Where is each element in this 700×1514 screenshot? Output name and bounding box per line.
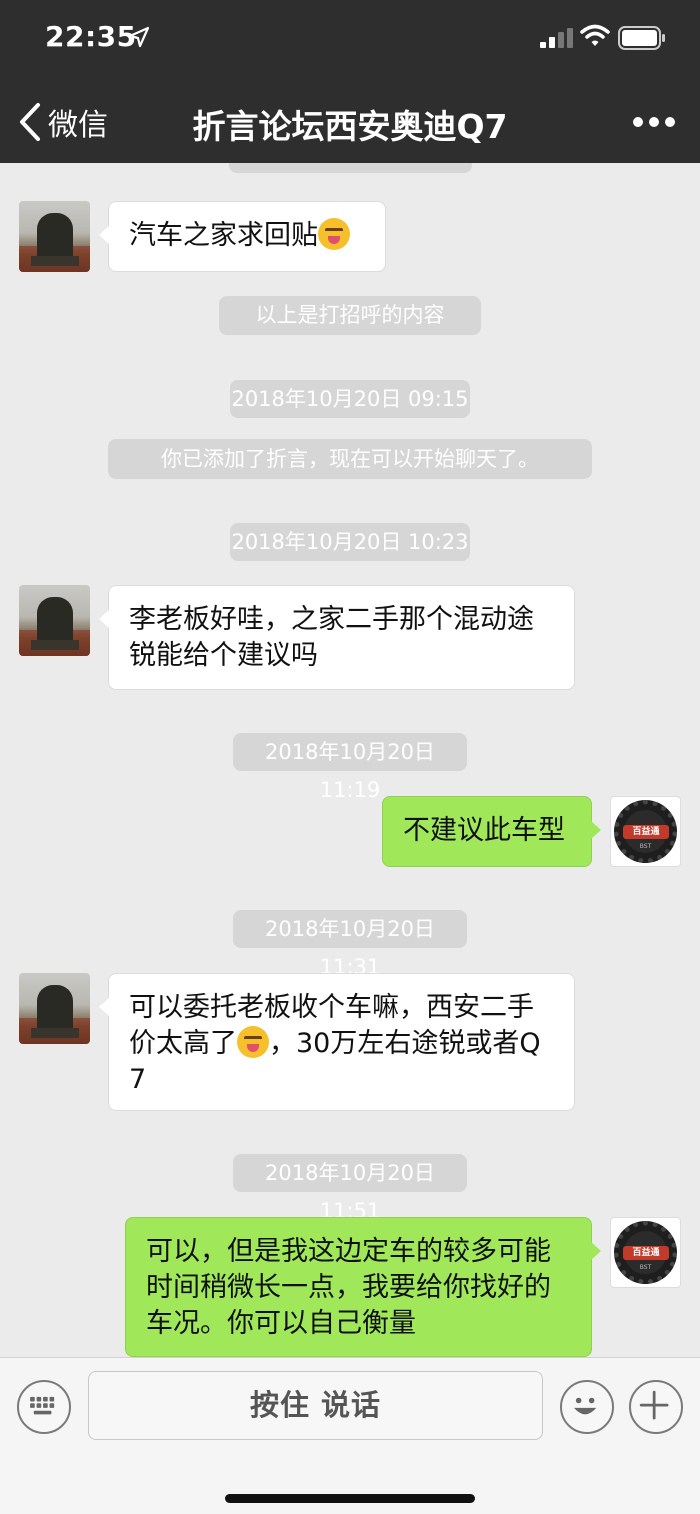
message-text: 汽车之家求回贴 [129,220,318,251]
status-time: 22:35 [45,20,137,53]
wifi-icon [580,24,610,46]
keyboard-icon [30,1396,55,1415]
system-message: 以上是打招呼的内容 [219,296,481,335]
timestamp: 2018年10月20日 10:23 [230,523,470,561]
plus-icon [639,1390,669,1420]
keyboard-button[interactable] [17,1380,71,1434]
chat-messages[interactable]: 汽车之家求回贴 以上是打招呼的内容 2018年10月20日 09:15 你已添加… [0,163,700,1357]
message-bubble-outgoing[interactable]: 可以，但是我这边定车的较多可能时间稍微长一点，我要给你找好的车况。你可以自己衡量 [125,1217,601,1357]
message-bubble-incoming[interactable]: 汽车之家求回贴 [99,201,386,272]
avatar-self[interactable]: 百益通 BST [610,1217,681,1288]
message-bubble-outgoing[interactable]: 不建议此车型 [382,796,601,867]
home-area [0,1457,700,1514]
message-text: 李老板好哇，之家二手那个混动途锐能给个建议吗 [129,604,534,671]
message-text: 可以，但是我这边定车的较多可能时间稍微长一点，我要给你找好的车况。你可以自己衡量 [146,1236,551,1339]
emoji-face-icon [574,1397,597,1415]
input-bar: 按住 说话 [0,1357,700,1457]
more-dots-icon[interactable] [632,116,676,128]
message-bubble-incoming[interactable]: 可以委托老板收个车嘛，西安二手价太高了 ，30万左右途锐或者Q7 [99,973,575,1111]
timestamp: 2018年10月20日 11:19 [233,733,467,802]
logo-sublabel: BST [639,843,652,850]
timestamp: 2018年10月20日 11:31 [233,910,467,979]
hidden-timestamp-pill [229,163,472,173]
plus-button[interactable] [629,1380,683,1434]
logo-sublabel: BST [639,1264,652,1271]
nav-bar: 微信 折言论坛西安奥迪Q7 [0,78,700,163]
system-message: 你已添加了折言，现在可以开始聊天了。 [108,439,592,479]
squinting-tongue-emoji-icon [318,218,350,250]
location-arrow-icon [128,26,150,48]
chat-title: 折言论坛西安奥迪Q7 [192,107,508,146]
hold-to-talk-button[interactable]: 按住 说话 [88,1371,543,1440]
timestamp: 2018年10月20日 11:51 [233,1154,467,1223]
avatar[interactable] [19,585,90,656]
message-text: 不建议此车型 [403,815,565,846]
chat-header: 22:35 微信 折言论坛西安奥迪Q7 [0,0,700,163]
logo-label: 百益通 [623,1246,669,1260]
message-bubble-incoming[interactable]: 李老板好哇，之家二手那个混动途锐能给个建议吗 [99,585,575,690]
status-bar: 22:35 [0,0,700,76]
home-indicator[interactable] [225,1494,475,1503]
avatar-self[interactable]: 百益通 BST [610,796,681,867]
battery-icon [618,26,665,50]
logo-label: 百益通 [623,825,669,839]
emoji-button[interactable] [560,1380,614,1434]
signal-icon [540,28,573,48]
timestamp: 2018年10月20日 09:15 [230,380,470,418]
avatar[interactable] [19,201,90,272]
avatar[interactable] [19,973,90,1044]
tearful-emoji-icon [237,1026,269,1058]
